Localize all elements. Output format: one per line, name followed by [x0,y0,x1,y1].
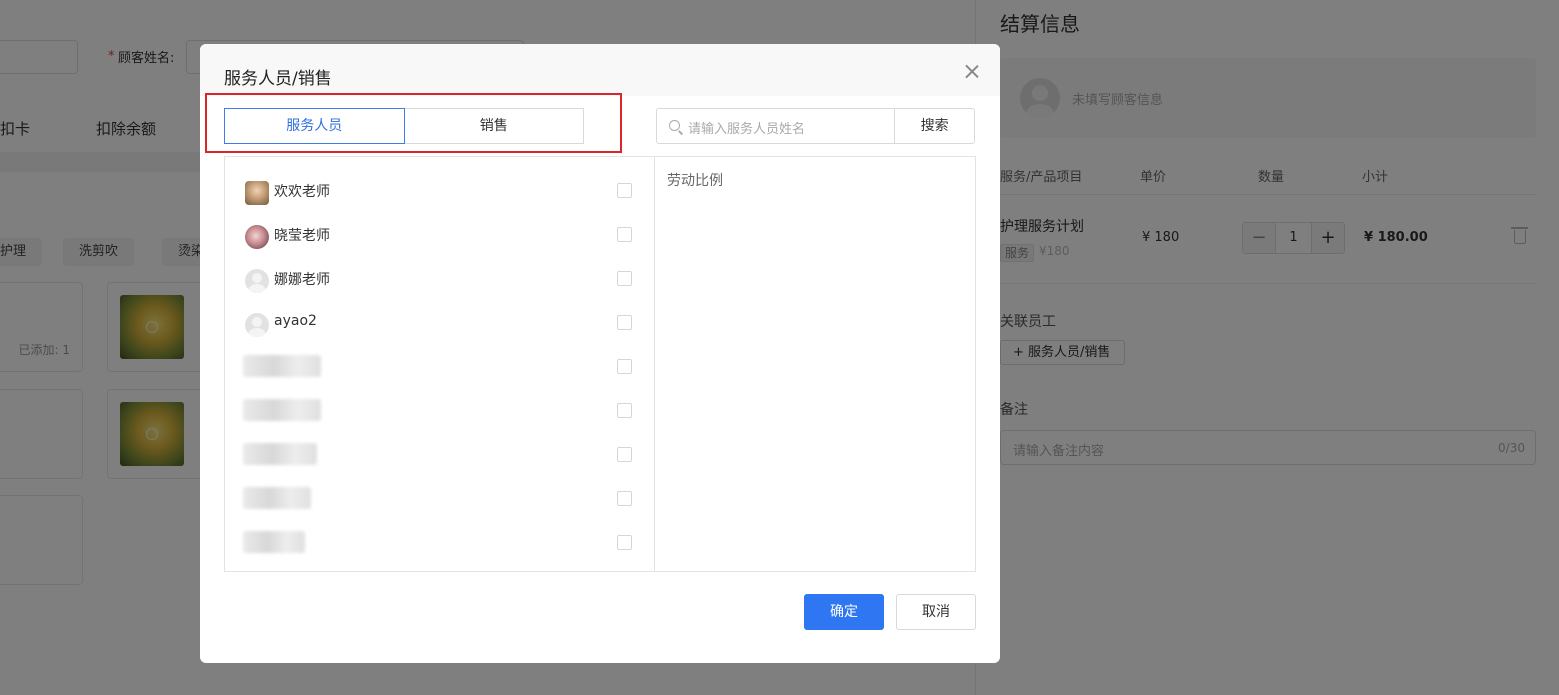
tab-sales[interactable]: 销售 [404,108,584,144]
staff-row[interactable] [225,521,654,565]
blurred-staff-name [243,355,321,377]
divider [654,157,655,571]
staff-name: ayao2 [274,313,317,329]
search-button[interactable]: 搜索 [895,108,975,144]
avatar [245,313,269,337]
blurred-staff-name [243,443,317,465]
staff-name: 晓莹老师 [274,228,330,244]
staff-checkbox[interactable] [617,447,632,462]
staff-checkbox[interactable] [617,271,632,286]
blurred-staff-name [243,399,321,421]
dialog-title: 服务人员/销售 [224,69,332,89]
staff-row[interactable]: 晓莹老师 [225,213,654,257]
blurred-staff-name [243,531,305,553]
staff-checkbox[interactable] [617,403,632,418]
close-icon[interactable] [962,62,982,82]
avatar [245,225,269,249]
avatar [245,181,269,205]
staff-checkbox[interactable] [617,359,632,374]
staff-row[interactable]: ayao2 [225,301,654,345]
staff-row[interactable] [225,389,654,433]
staff-row[interactable] [225,345,654,389]
staff-row[interactable]: 娜娜老师 [225,257,654,301]
staff-row[interactable]: 欢欢老师 [225,169,654,213]
staff-checkbox[interactable] [617,227,632,242]
staff-list-panel: 欢欢老师 晓莹老师 娜娜老师 ayao2 劳动比例 [224,156,976,572]
labor-ratio-label: 劳动比例 [667,173,723,189]
staff-checkbox[interactable] [617,535,632,550]
staff-checkbox[interactable] [617,183,632,198]
staff-search: 请输入服务人员姓名 搜索 [656,108,975,144]
staff-name: 娜娜老师 [274,272,330,288]
cancel-button[interactable]: 取消 [896,594,976,630]
staff-sales-dialog: 服务人员/销售 服务人员 销售 请输入服务人员姓名 搜索 欢欢老师 晓莹老师 娜… [200,44,1000,663]
staff-row[interactable] [225,477,654,521]
avatar [245,269,269,293]
staff-name: 欢欢老师 [274,184,330,200]
staff-type-tabs: 服务人员 销售 [224,108,584,144]
staff-row[interactable] [225,433,654,477]
blurred-staff-name [243,487,311,509]
search-icon [669,120,680,131]
staff-checkbox[interactable] [617,315,632,330]
search-placeholder: 请输入服务人员姓名 [688,122,806,137]
search-input[interactable]: 请输入服务人员姓名 [656,108,896,144]
tab-service-staff[interactable]: 服务人员 [224,108,405,144]
confirm-button[interactable]: 确定 [804,594,884,630]
staff-checkbox[interactable] [617,491,632,506]
